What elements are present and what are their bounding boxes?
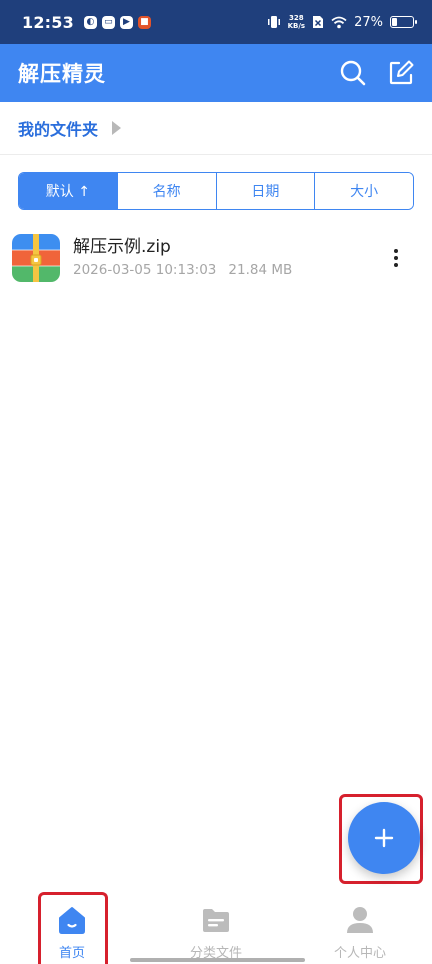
- notification-app-icon: ▶: [119, 15, 133, 29]
- battery-level: [392, 18, 397, 26]
- more-vertical-icon: [394, 249, 398, 253]
- search-icon: [340, 60, 366, 86]
- nav-profile[interactable]: 个人中心: [288, 890, 432, 964]
- add-button[interactable]: [348, 802, 420, 874]
- wifi-icon: [331, 16, 347, 28]
- plus-icon: [374, 828, 394, 848]
- breadcrumb-item-my-folder[interactable]: 我的文件夹: [18, 116, 98, 140]
- edit-button[interactable]: [386, 58, 416, 88]
- sort-tab-name[interactable]: 名称: [116, 173, 216, 209]
- battery-percent: 27%: [354, 14, 383, 30]
- notification-app-icon: ■: [137, 15, 151, 29]
- status-right: 328 KB/s 27%: [267, 14, 417, 30]
- folder-icon: [203, 909, 229, 932]
- nav-category-files[interactable]: 分类文件: [144, 890, 288, 964]
- app-bar: 解压精灵: [0, 44, 432, 102]
- notification-app-icon: ◐: [83, 15, 97, 29]
- vibrate-icon: [267, 16, 280, 28]
- chevron-right-icon: [112, 121, 122, 135]
- notification-app-icon: ▭: [101, 15, 115, 29]
- list-item[interactable]: 解压示例.zip 2026-03-05 10:13:03 21.84 MB: [0, 226, 432, 290]
- battery-icon: [390, 16, 417, 28]
- status-time: 12:53: [22, 12, 74, 32]
- sort-tab-size[interactable]: 大小: [314, 173, 413, 209]
- sort-tab-date[interactable]: 日期: [215, 173, 315, 209]
- file-name: 解压示例.zip: [73, 237, 171, 257]
- file-meta: 2026-03-05 10:13:03 21.84 MB: [73, 260, 292, 280]
- nav-profile-label: 个人中心: [333, 946, 386, 961]
- more-vertical-icon: [394, 256, 398, 260]
- more-vertical-icon: [394, 263, 398, 267]
- person-icon: [347, 907, 373, 933]
- edit-icon: [389, 60, 414, 85]
- sort-tabs: 默认 ↑ 名称 日期 大小: [18, 172, 414, 210]
- more-options-button[interactable]: [384, 246, 408, 270]
- file-info: 解压示例.zip 2026-03-05 10:13:03 21.84 MB: [73, 236, 292, 280]
- sort-tab-default[interactable]: 默认 ↑: [19, 173, 117, 209]
- app-bar-actions: [338, 58, 416, 88]
- status-app-icons: ◐ ▭ ▶ ■: [83, 15, 151, 29]
- file-size: 21.84 MB: [228, 262, 293, 278]
- highlight-frame-home: [38, 892, 108, 964]
- file-date: 2026-03-05 10:13:03: [73, 262, 217, 278]
- home-indicator: [130, 958, 305, 962]
- breadcrumb: 我的文件夹: [0, 102, 432, 155]
- zip-archive-icon: [12, 234, 60, 282]
- search-button[interactable]: [338, 58, 368, 88]
- no-sim-icon: [313, 16, 324, 28]
- network-speed: 328 KB/s: [287, 14, 306, 30]
- app-title: 解压精灵: [18, 62, 106, 86]
- status-bar: 12:53 ◐ ▭ ▶ ■ 328 KB/s 27%: [0, 0, 432, 44]
